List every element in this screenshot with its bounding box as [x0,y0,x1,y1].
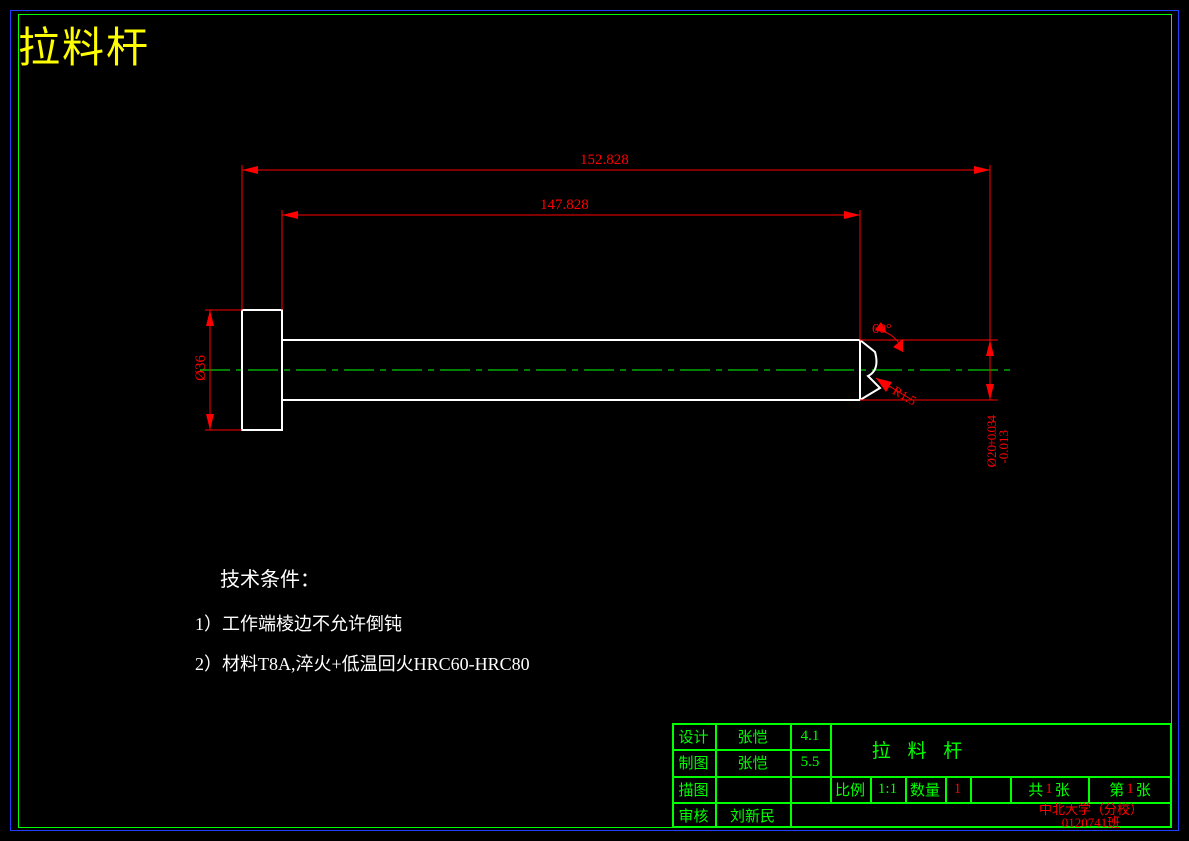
tb-checked-label: 审核 [672,802,715,828]
tb-scale-value: 1:1 [870,776,905,802]
dim-tol-lower: +0.034 [984,416,999,447]
tb-part-name: 拉 料 杆 [830,723,1010,776]
tb-design-label: 设计 [672,723,715,749]
tb-qty-value: 1 [945,776,970,802]
tb-drawn-date: 5.5 [790,749,830,776]
tb-scale-label: 比例 [830,776,870,802]
tb-design-date: 4.1 [790,723,830,749]
tech-item2: 2）材料T8A,淬火+低温回火HRC60-HRC80 [195,650,530,676]
tb-design-name: 张恺 [715,723,790,749]
tb-traced-label: 描图 [672,776,715,802]
tb-class: 0120741班 [1010,815,1172,828]
tb-drawn-name: 张恺 [715,749,790,776]
dim-dia-head: Ø36 [193,355,210,381]
dim-length-shaft: 147.828 [540,197,589,214]
dim-dia-shaft: Ø20 [984,445,1000,467]
tb-drawn-label: 制图 [672,749,715,776]
dim-length-total: 152.828 [580,152,629,169]
dim-angle: 60° [872,322,892,338]
tech-heading: 技术条件： [220,563,320,592]
tb-checked-name: 刘新民 [715,802,790,828]
tech-item1: 1）工作端棱边不允许倒钝 [195,610,402,636]
tb-qty-label: 数量 [905,776,945,802]
drawing-canvas [0,0,1189,841]
